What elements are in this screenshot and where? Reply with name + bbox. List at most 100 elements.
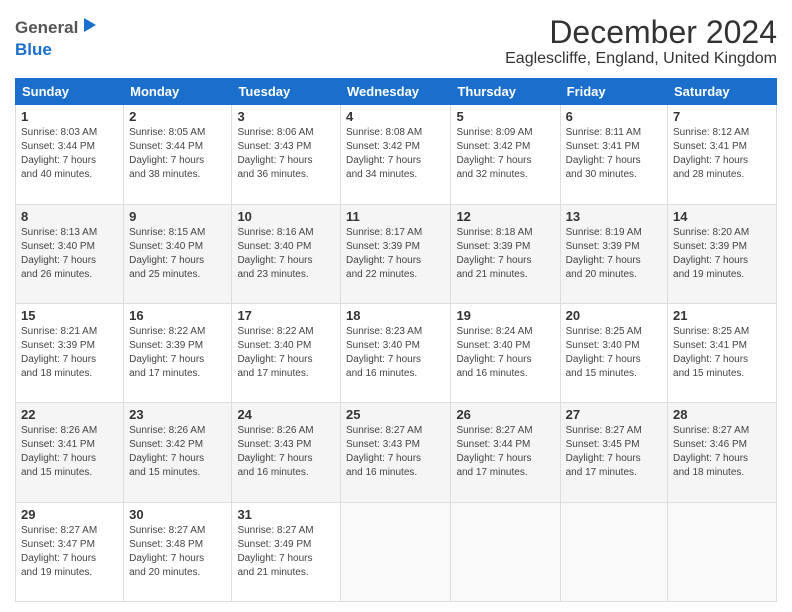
- day-info: Sunrise: 8:27 AM Sunset: 3:48 PM Dayligh…: [129, 524, 226, 580]
- day-info: Sunrise: 8:21 AM Sunset: 3:39 PM Dayligh…: [21, 325, 118, 381]
- day-cell: 29Sunrise: 8:27 AM Sunset: 3:47 PM Dayli…: [16, 502, 124, 601]
- day-cell: 17Sunrise: 8:22 AM Sunset: 3:40 PM Dayli…: [232, 303, 341, 402]
- day-number: 12: [456, 209, 554, 224]
- day-cell: 11 Sunrise: 8:17 AM Sunset: 3:39 PM Dayli…: [341, 204, 451, 303]
- header: General Blue December 2024 Eaglescliffe,…: [15, 15, 777, 68]
- logo-general-text: General: [15, 18, 78, 38]
- day-cell: [341, 502, 451, 601]
- main-title: December 2024: [505, 15, 777, 50]
- day-cell: 16 Sunrise: 8:22 AM Sunset: 3:39 PM Dayli…: [124, 303, 232, 402]
- day-info: Sunrise: 8:27 AM Sunset: 3:43 PM Dayligh…: [346, 424, 445, 480]
- day-cell: 23 Sunrise: 8:26 AM Sunset: 3:42 PM Dayli…: [124, 403, 232, 502]
- week-row-2: 8Sunrise: 8:13 AM Sunset: 3:40 PM Daylig…: [16, 204, 777, 303]
- day-number: 6: [566, 109, 662, 124]
- day-info: Sunrise: 8:05 AM Sunset: 3:44 PM Dayligh…: [129, 126, 226, 182]
- day-number: 26: [456, 407, 554, 422]
- day-cell: 3Sunrise: 8:06 AM Sunset: 3:43 PM Daylig…: [232, 105, 341, 204]
- day-cell: 9Sunrise: 8:15 AM Sunset: 3:40 PM Daylig…: [124, 204, 232, 303]
- day-info: Sunrise: 8:25 AM Sunset: 3:41 PM Dayligh…: [673, 325, 771, 381]
- day-info: Sunrise: 8:17 AM Sunset: 3:39 PM Dayligh…: [346, 226, 445, 282]
- col-header-tuesday: Tuesday: [232, 79, 341, 105]
- day-number: 2: [129, 109, 226, 124]
- title-section: December 2024 Eaglescliffe, England, Uni…: [505, 15, 777, 68]
- day-cell: 19Sunrise: 8:24 AM Sunset: 3:40 PM Dayli…: [451, 303, 560, 402]
- day-info: Sunrise: 8:20 AM Sunset: 3:39 PM Dayligh…: [673, 226, 771, 282]
- day-cell: 20 Sunrise: 8:25 AM Sunset: 3:40 PM Dayli…: [560, 303, 667, 402]
- day-number: 23: [129, 407, 226, 422]
- day-cell: 4 Sunrise: 8:08 AM Sunset: 3:42 PM Daylig…: [341, 105, 451, 204]
- day-number: 29: [21, 507, 118, 522]
- day-info: Sunrise: 8:19 AM Sunset: 3:39 PM Dayligh…: [566, 226, 662, 282]
- day-cell: 12Sunrise: 8:18 AM Sunset: 3:39 PM Dayli…: [451, 204, 560, 303]
- day-cell: 21 Sunrise: 8:25 AM Sunset: 3:41 PM Dayli…: [668, 303, 777, 402]
- day-number: 28: [673, 407, 771, 422]
- day-cell: 7 Sunrise: 8:12 AM Sunset: 3:41 PM Daylig…: [668, 105, 777, 204]
- day-cell: 15Sunrise: 8:21 AM Sunset: 3:39 PM Dayli…: [16, 303, 124, 402]
- day-number: 3: [237, 109, 335, 124]
- day-info: Sunrise: 8:26 AM Sunset: 3:42 PM Dayligh…: [129, 424, 226, 480]
- day-cell: 25 Sunrise: 8:27 AM Sunset: 3:43 PM Dayli…: [341, 403, 451, 502]
- day-number: 25: [346, 407, 445, 422]
- day-number: 9: [129, 209, 226, 224]
- day-number: 14: [673, 209, 771, 224]
- day-cell: 18 Sunrise: 8:23 AM Sunset: 3:40 PM Dayli…: [341, 303, 451, 402]
- col-header-saturday: Saturday: [668, 79, 777, 105]
- day-number: 22: [21, 407, 118, 422]
- day-number: 21: [673, 308, 771, 323]
- day-info: Sunrise: 8:03 AM Sunset: 3:44 PM Dayligh…: [21, 126, 118, 182]
- day-number: 16: [129, 308, 226, 323]
- week-row-1: 1 Sunrise: 8:03 AM Sunset: 3:44 PM Daylig…: [16, 105, 777, 204]
- day-info: Sunrise: 8:11 AM Sunset: 3:41 PM Dayligh…: [566, 126, 662, 182]
- header-row: SundayMondayTuesdayWednesdayThursdayFrid…: [16, 79, 777, 105]
- week-row-4: 22 Sunrise: 8:26 AM Sunset: 3:41 PM Dayli…: [16, 403, 777, 502]
- day-number: 20: [566, 308, 662, 323]
- day-number: 5: [456, 109, 554, 124]
- day-info: Sunrise: 8:16 AM Sunset: 3:40 PM Dayligh…: [237, 226, 335, 282]
- day-cell: 30 Sunrise: 8:27 AM Sunset: 3:48 PM Dayli…: [124, 502, 232, 601]
- day-cell: 10 Sunrise: 8:16 AM Sunset: 3:40 PM Dayli…: [232, 204, 341, 303]
- col-header-monday: Monday: [124, 79, 232, 105]
- day-info: Sunrise: 8:12 AM Sunset: 3:41 PM Dayligh…: [673, 126, 771, 182]
- week-row-3: 15Sunrise: 8:21 AM Sunset: 3:39 PM Dayli…: [16, 303, 777, 402]
- day-info: Sunrise: 8:08 AM Sunset: 3:42 PM Dayligh…: [346, 126, 445, 182]
- day-cell: 8Sunrise: 8:13 AM Sunset: 3:40 PM Daylig…: [16, 204, 124, 303]
- day-cell: [560, 502, 667, 601]
- day-info: Sunrise: 8:26 AM Sunset: 3:43 PM Dayligh…: [237, 424, 335, 480]
- day-cell: 14 Sunrise: 8:20 AM Sunset: 3:39 PM Dayli…: [668, 204, 777, 303]
- day-info: Sunrise: 8:27 AM Sunset: 3:44 PM Dayligh…: [456, 424, 554, 480]
- day-cell: 1 Sunrise: 8:03 AM Sunset: 3:44 PM Daylig…: [16, 105, 124, 204]
- day-number: 10: [237, 209, 335, 224]
- day-info: Sunrise: 8:22 AM Sunset: 3:39 PM Dayligh…: [129, 325, 226, 381]
- day-number: 24: [237, 407, 335, 422]
- day-cell: 6 Sunrise: 8:11 AM Sunset: 3:41 PM Daylig…: [560, 105, 667, 204]
- day-cell: 22 Sunrise: 8:26 AM Sunset: 3:41 PM Dayli…: [16, 403, 124, 502]
- day-number: 18: [346, 308, 445, 323]
- col-header-thursday: Thursday: [451, 79, 560, 105]
- day-number: 30: [129, 507, 226, 522]
- day-number: 27: [566, 407, 662, 422]
- logo-arrow-icon: [80, 15, 100, 35]
- day-info: Sunrise: 8:09 AM Sunset: 3:42 PM Dayligh…: [456, 126, 554, 182]
- day-info: Sunrise: 8:27 AM Sunset: 3:49 PM Dayligh…: [237, 524, 335, 580]
- day-cell: 5 Sunrise: 8:09 AM Sunset: 3:42 PM Daylig…: [451, 105, 560, 204]
- col-header-wednesday: Wednesday: [341, 79, 451, 105]
- day-number: 13: [566, 209, 662, 224]
- day-info: Sunrise: 8:23 AM Sunset: 3:40 PM Dayligh…: [346, 325, 445, 381]
- subtitle: Eaglescliffe, England, United Kingdom: [505, 50, 777, 68]
- day-cell: 26 Sunrise: 8:27 AM Sunset: 3:44 PM Dayli…: [451, 403, 560, 502]
- day-cell: 31Sunrise: 8:27 AM Sunset: 3:49 PM Dayli…: [232, 502, 341, 601]
- day-info: Sunrise: 8:24 AM Sunset: 3:40 PM Dayligh…: [456, 325, 554, 381]
- day-number: 7: [673, 109, 771, 124]
- day-info: Sunrise: 8:25 AM Sunset: 3:40 PM Dayligh…: [566, 325, 662, 381]
- day-info: Sunrise: 8:26 AM Sunset: 3:41 PM Dayligh…: [21, 424, 118, 480]
- day-cell: 27Sunrise: 8:27 AM Sunset: 3:45 PM Dayli…: [560, 403, 667, 502]
- day-number: 1: [21, 109, 118, 124]
- day-number: 11: [346, 209, 445, 224]
- day-cell: [668, 502, 777, 601]
- day-cell: 24 Sunrise: 8:26 AM Sunset: 3:43 PM Dayli…: [232, 403, 341, 502]
- col-header-friday: Friday: [560, 79, 667, 105]
- day-info: Sunrise: 8:27 AM Sunset: 3:46 PM Dayligh…: [673, 424, 771, 480]
- day-number: 4: [346, 109, 445, 124]
- day-number: 8: [21, 209, 118, 224]
- logo-blue-text: Blue: [15, 40, 52, 60]
